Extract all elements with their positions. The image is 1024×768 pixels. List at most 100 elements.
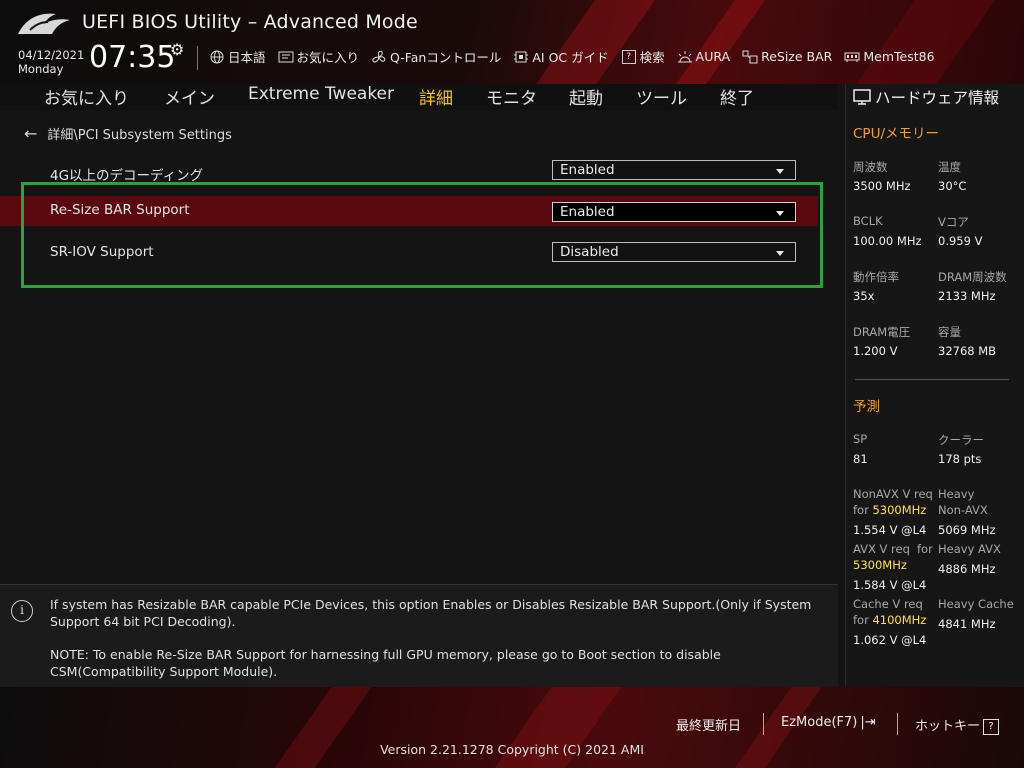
for-text: for [853, 503, 869, 517]
nonavx-freq: 5300MHz [872, 503, 927, 517]
temp-value: 30°C [938, 179, 967, 193]
nonavx-vreq-value: 1.554 V @L4 [853, 523, 927, 537]
freq-value: 3500 MHz [853, 179, 911, 193]
settings-panel: ← 詳細\PCI Subsystem Settings 4G以上のデコーディング… [0, 110, 838, 580]
memtest-button[interactable]: MemTest86 [844, 47, 935, 66]
gear-icon[interactable]: ⚙ [170, 40, 184, 59]
aura-icon [677, 50, 693, 64]
hotkeys-button[interactable]: ホットキー? [915, 715, 1000, 735]
tab-exit[interactable]: 終了 [720, 84, 754, 110]
exit-arrow-icon: |⇥ [860, 715, 876, 730]
divider [763, 713, 764, 735]
breadcrumb: ← 詳細\PCI Subsystem Settings [24, 124, 232, 143]
header-bar: UEFI BIOS Utility – Advanced Mode 04/12/… [0, 0, 1024, 84]
info-icon: i [11, 600, 33, 622]
language-label: 日本語 [228, 50, 266, 65]
chevron-down-icon [776, 169, 784, 174]
4g-decoding-dropdown[interactable]: Enabled [552, 160, 796, 180]
toolbar: 日本語 お気に入り Q-Fanコントロール AI OC ガイド ? 検索 AUR… [209, 47, 935, 66]
avx-vreq-label: AVX V req [853, 542, 910, 556]
vcore-label: Vコア [938, 215, 969, 229]
ai-oc-guide-button[interactable]: AI OC ガイド [513, 47, 609, 66]
tab-extreme-tweaker[interactable]: Extreme Tweaker [248, 84, 394, 110]
header-decoration [510, 0, 670, 84]
temp-label: 温度 [938, 160, 961, 174]
hardware-monitor-title: ハードウェア情報 [853, 86, 999, 108]
hardware-monitor-panel: ハードウェア情報 CPU/メモリー 周波数 3500 MHz 温度 30°C B… [845, 84, 1024, 687]
clock-time: 07:35 [89, 40, 176, 75]
divider [897, 713, 898, 735]
cooler-value: 178 pts [938, 452, 982, 466]
tab-advanced[interactable]: 詳細 [419, 84, 453, 112]
ai-oc-label: AI OC ガイド [532, 50, 609, 65]
tab-monitor[interactable]: モニタ [486, 84, 537, 110]
resize-bar-icon [742, 50, 758, 64]
hotkeys-label: ホットキー [915, 719, 981, 734]
divider [855, 379, 1009, 380]
app-title: UEFI BIOS Utility – Advanced Mode [82, 11, 418, 33]
heavy-nonavx-value: 5069 MHz [938, 523, 996, 537]
ezmode-button[interactable]: EzMode(F7) |⇥ [781, 715, 876, 730]
globe-icon [209, 50, 225, 64]
divider [197, 46, 198, 70]
help-text-note: NOTE: To enable Re-Size BAR Support for … [50, 647, 721, 679]
avx-freq: 5300MHz [853, 558, 907, 572]
freq-label: 周波数 [853, 160, 888, 174]
dram-freq-label: DRAM周波数 [938, 270, 1007, 284]
tab-boot[interactable]: 起動 [569, 84, 603, 110]
header-decoration [830, 0, 1010, 84]
avx-for-label: for [917, 542, 933, 556]
search-button[interactable]: ? 検索 [621, 47, 665, 66]
cache-freq: 4100MHz [872, 613, 927, 627]
help-key-icon: ? [983, 718, 1000, 735]
memtest-label: MemTest86 [863, 49, 935, 64]
setting-label: 4G以上のデコーディング [50, 168, 204, 184]
heavy-cache-value: 4841 MHz [938, 617, 996, 631]
tab-main[interactable]: メイン [164, 84, 215, 110]
cache-vreq-label: Cache V req [853, 597, 923, 611]
favorites-button[interactable]: お気に入り [278, 47, 359, 66]
heavy-cache-label: Heavy Cache [938, 597, 1014, 611]
dropdown-value: Enabled [560, 162, 615, 178]
cpu-memory-section-title: CPU/メモリー [853, 126, 939, 142]
capacity-value: 32768 MB [938, 344, 997, 358]
resize-bar-button[interactable]: ReSize BAR [742, 47, 832, 66]
date-text: 04/12/2021 [18, 48, 85, 62]
ratio-label: 動作倍率 [853, 270, 899, 284]
cache-vreq-value: 1.062 V @L4 [853, 633, 927, 647]
capacity-label: 容量 [938, 325, 961, 339]
favorites-icon [278, 50, 294, 64]
ezmode-label: EzMode(F7) [781, 715, 858, 730]
date-display: 04/12/2021 Monday [18, 48, 84, 76]
hardware-title-text: ハードウェア情報 [875, 89, 1000, 107]
header-decoration [650, 0, 780, 84]
qfan-control-button[interactable]: Q-Fanコントロール [371, 47, 501, 66]
sp-value: 81 [853, 452, 868, 466]
search-label: 検索 [639, 50, 665, 65]
last-modified-button[interactable]: 最終更新日 [676, 715, 741, 734]
cache-for-label: for 4100MHz [853, 613, 926, 627]
avx-vreq-value: 1.584 V @L4 [853, 578, 927, 592]
breadcrumb-path: 詳細\PCI Subsystem Settings [47, 128, 232, 143]
back-arrow-icon[interactable]: ← [24, 124, 37, 143]
ratio-value: 35x [853, 289, 875, 303]
dram-freq-value: 2133 MHz [938, 289, 996, 303]
cooler-label: クーラー [938, 433, 984, 447]
sp-label: SP [853, 432, 868, 446]
day-text: Monday [18, 62, 64, 76]
help-text-description: If system has Resizable BAR capable PCIe… [50, 597, 812, 629]
resize-bar-label: ReSize BAR [761, 49, 833, 64]
dram-voltage-label: DRAM電圧 [853, 325, 911, 339]
version-text: Version 2.21.1278 Copyright (C) 2021 AMI [380, 742, 644, 757]
qfan-label: Q-Fanコントロール [390, 50, 502, 65]
dram-voltage-value: 1.200 V [853, 344, 898, 358]
fan-icon [371, 50, 387, 64]
search-icon: ? [621, 49, 637, 64]
language-button[interactable]: 日本語 [209, 47, 266, 66]
heavy-avx-value: 4886 MHz [938, 562, 996, 576]
tab-tool[interactable]: ツール [636, 84, 687, 110]
aura-button[interactable]: AURA [677, 47, 730, 66]
tab-favorites[interactable]: お気に入り [44, 84, 129, 110]
prediction-section-title: 予測 [853, 399, 880, 415]
rog-logo-icon [18, 13, 70, 34]
